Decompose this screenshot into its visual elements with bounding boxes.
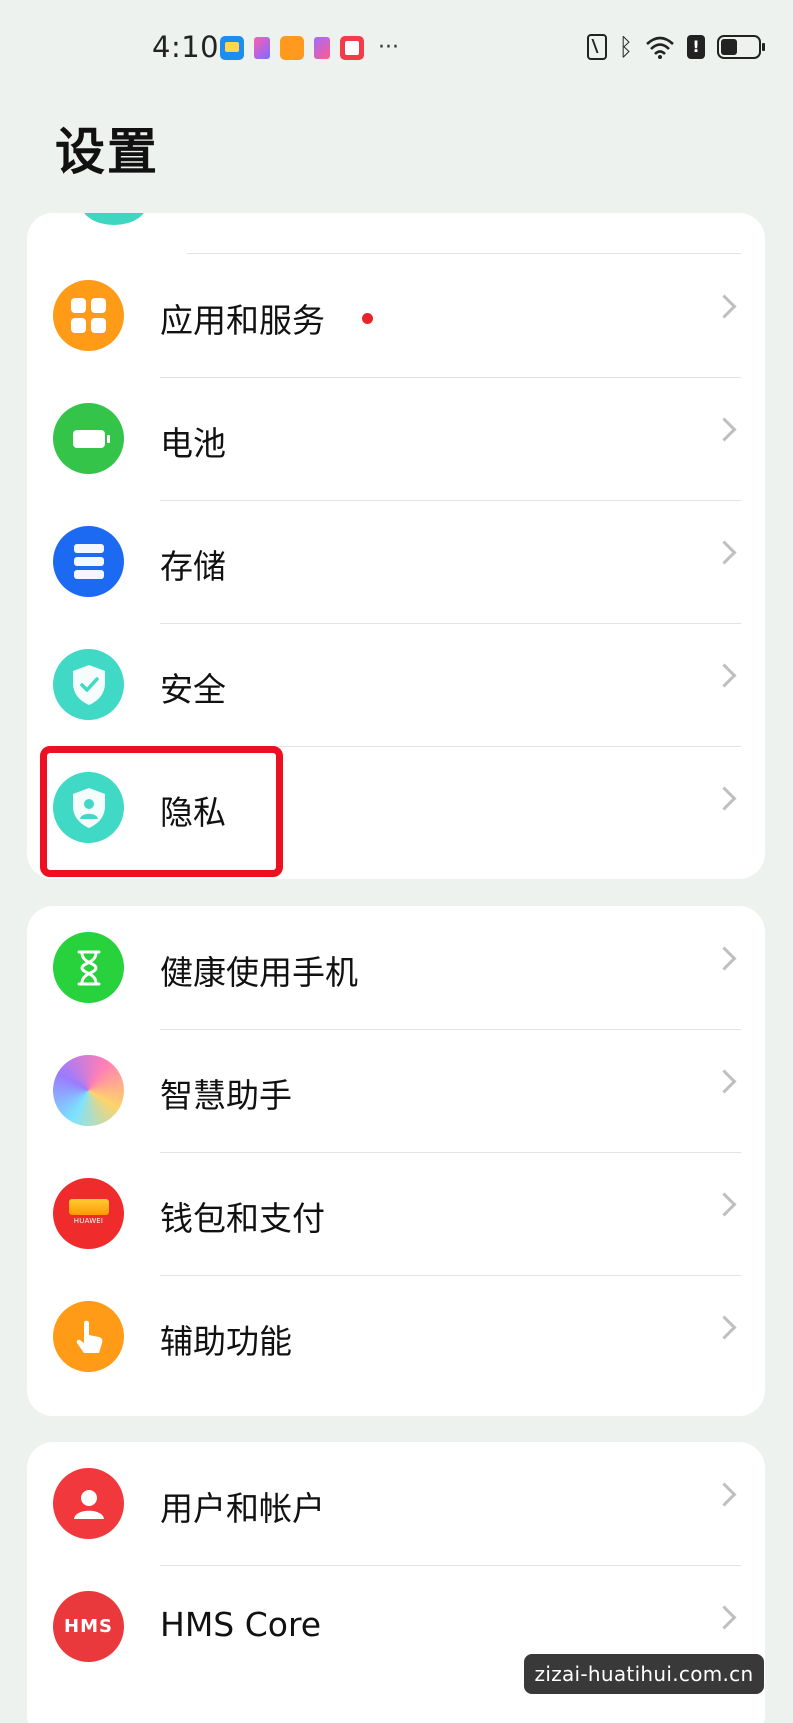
- settings-item-users-accounts[interactable]: 用户和帐户: [27, 1442, 765, 1565]
- divider: [160, 1029, 741, 1030]
- settings-group-1: 应用和服务 电池 存储 安全 隐私: [27, 213, 765, 879]
- more-notifications-icon: ···: [378, 35, 399, 60]
- red-dot-badge: [362, 313, 373, 324]
- hms-icon: HMS: [53, 1591, 124, 1662]
- settings-item-label: 辅助功能: [160, 1322, 292, 1361]
- wifi-icon: [645, 34, 675, 60]
- wallet-brand-text: HUAWEI: [73, 1216, 104, 1225]
- chevron-right-icon: [712, 1482, 737, 1507]
- app-notification-icon: [254, 37, 270, 59]
- settings-item-label: 智慧助手: [160, 1076, 292, 1115]
- assistant-orb-icon: [53, 1055, 124, 1126]
- nfc-icon: [586, 34, 607, 60]
- settings-screen: 4:10 ··· ᛒ ! 设置 应用和服务 电池 存储 安全 隐私 健康使用手机…: [0, 0, 793, 1723]
- bluetooth-icon: ᛒ: [618, 33, 633, 61]
- settings-item-storage[interactable]: 存储: [27, 500, 765, 623]
- hourglass-icon: [53, 932, 124, 1003]
- divider: [160, 623, 741, 624]
- divider: [160, 1275, 741, 1276]
- privacy-shield-icon: [53, 772, 124, 843]
- alert-icon: !: [687, 35, 705, 59]
- chevron-right-icon: [712, 1192, 737, 1217]
- divider: [160, 1152, 741, 1153]
- status-bar: 4:10 ··· ᛒ !: [0, 0, 793, 100]
- user-icon: [53, 1468, 124, 1539]
- system-icons: ᛒ !: [586, 33, 765, 61]
- chevron-right-icon: [712, 663, 737, 688]
- hand-tap-icon: [53, 1301, 124, 1372]
- divider: [160, 1565, 741, 1566]
- settings-item-label: 电池: [160, 424, 226, 463]
- battery-status-icon: [717, 35, 765, 59]
- partial-row-icon: [81, 213, 147, 225]
- status-time: 4:10: [152, 30, 220, 64]
- settings-item-label: 健康使用手机: [160, 953, 358, 992]
- chevron-right-icon: [712, 417, 737, 442]
- message-notification-icon: [220, 36, 244, 60]
- settings-item-digital-balance[interactable]: 健康使用手机: [27, 906, 765, 1029]
- settings-item-label: 安全: [160, 670, 226, 709]
- chevron-right-icon: [712, 540, 737, 565]
- page-title: 设置: [55, 123, 159, 181]
- storage-icon: [53, 526, 124, 597]
- chevron-right-icon: [712, 946, 737, 971]
- settings-item-privacy[interactable]: 隐私: [27, 746, 765, 869]
- divider: [160, 500, 741, 501]
- settings-item-label: HMS Core: [160, 1605, 322, 1644]
- chevron-right-icon: [712, 1069, 737, 1094]
- chevron-right-icon: [712, 1605, 737, 1630]
- divider: [160, 746, 741, 747]
- settings-item-label: 用户和帐户: [160, 1489, 325, 1528]
- chevron-right-icon: [712, 294, 737, 319]
- notification-icons: ···: [220, 36, 399, 60]
- settings-item-battery[interactable]: 电池: [27, 377, 765, 500]
- settings-item-label: 隐私: [160, 793, 226, 832]
- watermark: zizai-huatihui.com.cn: [524, 1654, 764, 1694]
- battery-icon: [53, 403, 124, 474]
- shield-check-icon: [53, 649, 124, 720]
- chevron-right-icon: [712, 1315, 737, 1340]
- settings-item-apps-services[interactable]: 应用和服务: [27, 254, 765, 377]
- settings-item-accessibility[interactable]: 辅助功能: [27, 1275, 765, 1398]
- app-notification-icon: [280, 36, 304, 60]
- settings-group-2: 健康使用手机 智慧助手 HUAWEI 钱包和支付 辅助功能: [27, 906, 765, 1416]
- book-notification-icon: [340, 36, 364, 60]
- settings-item-label: 存储: [160, 547, 226, 586]
- app-notification-icon: [314, 37, 330, 59]
- settings-item-wallet[interactable]: HUAWEI 钱包和支付: [27, 1152, 765, 1275]
- settings-item-label: 钱包和支付: [160, 1199, 325, 1238]
- apps-grid-icon: [53, 280, 124, 351]
- divider: [160, 377, 741, 378]
- settings-item-label: 应用和服务: [160, 301, 325, 340]
- wallet-icon: HUAWEI: [53, 1178, 124, 1249]
- settings-item-security[interactable]: 安全: [27, 623, 765, 746]
- chevron-right-icon: [712, 786, 737, 811]
- hms-icon-text: HMS: [64, 1616, 113, 1637]
- settings-item-smart-assistant[interactable]: 智慧助手: [27, 1029, 765, 1152]
